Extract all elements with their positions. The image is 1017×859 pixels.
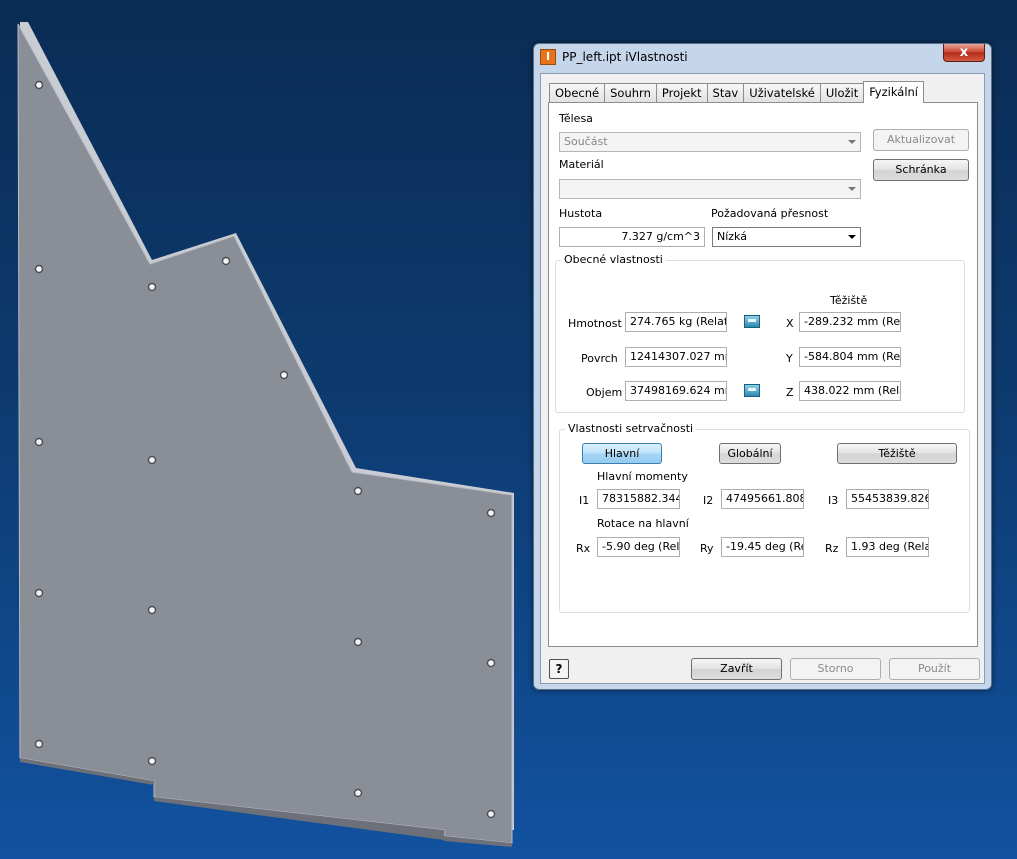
- general-properties-group: Obecné vlastnosti Těžiště Hmotnost 274.7…: [555, 253, 965, 413]
- i3-label: I3: [828, 494, 839, 507]
- tab-souhrn[interactable]: Souhrn: [604, 83, 657, 103]
- density-label: Hustota: [559, 207, 603, 220]
- centroid-y-field[interactable]: -584.804 mm (Rela: [799, 347, 901, 367]
- iproperties-dialog: I PP_left.ipt iVlastnosti x Obecné Souhr…: [533, 43, 992, 690]
- dialog-title: PP_left.ipt iVlastnosti: [562, 50, 688, 64]
- close-window-button[interactable]: x: [943, 44, 985, 62]
- inertia-properties-title: Vlastnosti setrvačnosti: [565, 422, 697, 435]
- help-button[interactable]: ?: [549, 659, 569, 679]
- tab-ulozit[interactable]: Uložit: [819, 83, 865, 103]
- help-icon: ?: [555, 662, 563, 676]
- ry-label: Ry: [700, 542, 714, 555]
- accuracy-label: Požadovaná přesnost: [711, 207, 829, 220]
- apply-button[interactable]: Použít: [889, 658, 980, 680]
- i2-label: I2: [703, 494, 714, 507]
- tab-obecne[interactable]: Obecné: [549, 83, 606, 103]
- i1-field[interactable]: 78315882.344 l: [597, 489, 680, 509]
- i3-field[interactable]: 55453839.826 l: [846, 489, 929, 509]
- principal-button[interactable]: Hlavní: [582, 443, 662, 464]
- global-button[interactable]: Globální: [719, 443, 781, 464]
- volume-label: Objem: [586, 386, 623, 399]
- calculator-icon[interactable]: [744, 384, 760, 397]
- centroid-x-field[interactable]: -289.232 mm (Rela: [799, 312, 901, 332]
- tab-projekt[interactable]: Projekt: [655, 83, 708, 103]
- accuracy-select[interactable]: Nízká: [712, 227, 861, 247]
- physical-tab-panel: Tělesa Součást Aktualizovat Materiál Sch…: [548, 102, 978, 647]
- tab-bar: Obecné Souhrn Projekt Stav Uživatelské U…: [549, 81, 924, 103]
- dialog-titlebar[interactable]: I PP_left.ipt iVlastnosti x: [534, 44, 991, 72]
- density-field[interactable]: 7.327 g/cm^3: [559, 227, 705, 247]
- close-button[interactable]: Zavřít: [691, 658, 782, 680]
- clipboard-button[interactable]: Schránka: [873, 159, 969, 181]
- mass-field[interactable]: 274.765 kg (Relativ: [625, 312, 727, 332]
- dialog-footer: ? Zavřít Storno Použít: [541, 653, 986, 683]
- area-field[interactable]: 12414307.027 mm^: [625, 347, 727, 367]
- centroid-z-field[interactable]: 438.022 mm (Relati: [799, 381, 901, 401]
- i2-field[interactable]: 47495661.808 l: [721, 489, 804, 509]
- rx-field[interactable]: -5.90 deg (Rela: [597, 537, 680, 557]
- bodies-select[interactable]: Součást: [559, 132, 861, 152]
- mass-label: Hmotnost: [568, 317, 622, 330]
- inventor-app-icon: I: [540, 49, 556, 65]
- x-label: X: [786, 317, 794, 330]
- chevron-down-icon: [848, 140, 856, 144]
- ry-field[interactable]: -19.45 deg (Rel: [721, 537, 804, 557]
- rz-field[interactable]: 1.93 deg (Relat: [846, 537, 929, 557]
- centroid-label: Těžiště: [830, 294, 868, 307]
- bodies-label: Tělesa: [559, 112, 593, 125]
- cancel-button[interactable]: Storno: [790, 658, 881, 680]
- chevron-down-icon: [848, 187, 856, 191]
- centroid-button[interactable]: Těžiště: [837, 443, 957, 464]
- accuracy-value: Nízká: [717, 230, 747, 243]
- volume-field[interactable]: 37498169.624 mm^: [625, 381, 727, 401]
- material-select[interactable]: [559, 179, 861, 199]
- tab-uzivatelske[interactable]: Uživatelské: [743, 83, 821, 103]
- bodies-value: Součást: [564, 135, 608, 148]
- close-icon: x: [959, 45, 969, 60]
- z-label: Z: [786, 386, 794, 399]
- tab-fyzikalni[interactable]: Fyzikální: [863, 81, 924, 103]
- material-label: Materiál: [559, 158, 604, 171]
- principal-moments-label: Hlavní momenty: [597, 470, 688, 483]
- calculator-icon[interactable]: [744, 315, 760, 328]
- inertia-properties-group: Vlastnosti setrvačnosti Hlavní Globální …: [559, 422, 970, 613]
- general-properties-title: Obecné vlastnosti: [561, 253, 666, 266]
- area-label: Povrch: [581, 352, 618, 365]
- rotation-label: Rotace na hlavní: [597, 517, 689, 530]
- tab-stav[interactable]: Stav: [706, 83, 745, 103]
- rz-label: Rz: [825, 542, 839, 555]
- rx-label: Rx: [576, 542, 591, 555]
- dialog-client: Obecné Souhrn Projekt Stav Uživatelské U…: [540, 73, 985, 684]
- chevron-down-icon: [848, 235, 856, 239]
- i1-label: I1: [579, 494, 590, 507]
- update-button[interactable]: Aktualizovat: [873, 129, 969, 151]
- y-label: Y: [786, 352, 793, 365]
